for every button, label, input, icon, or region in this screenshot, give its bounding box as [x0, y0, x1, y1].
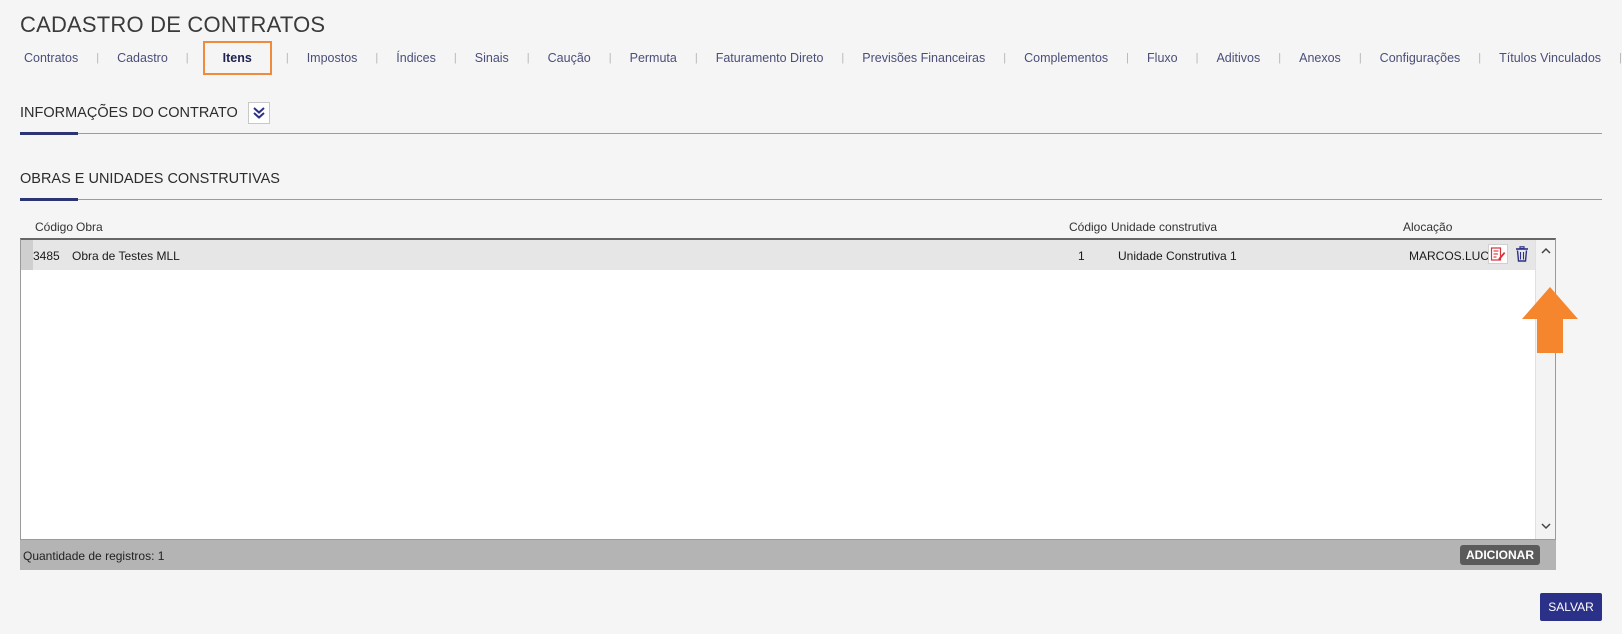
tab-separator: | [1003, 52, 1007, 64]
tab-separator: | [1478, 52, 1482, 64]
cell-codigo-obra: 3485 [33, 249, 60, 263]
record-count: Quantidade de registros: 1 [23, 549, 165, 563]
tab-titulos-vinculados[interactable]: Títulos Vinculados [1495, 41, 1605, 75]
tab-separator: | [694, 52, 698, 64]
expand-section-button[interactable] [247, 102, 270, 124]
tab-bar: Contratos | Cadastro | Itens | Impostos | Índice… [20, 40, 1622, 76]
tab-faturamento-direto[interactable]: Faturamento Direto [712, 41, 828, 75]
obras-grid: Código Obra Código Unidade construtiva A… [20, 212, 1556, 570]
tab-separator: | [1278, 52, 1282, 64]
section-informacoes-contrato: INFORMAÇÕES DO CONTRATO [20, 102, 1602, 135]
vertical-scrollbar[interactable] [1535, 240, 1555, 539]
tab-configuracoes[interactable]: Configurações [1376, 41, 1465, 75]
page-title: CADASTRO DE CONTRATOS [20, 12, 326, 37]
tab-contratos[interactable]: Contratos [20, 41, 82, 75]
tab-separator: | [453, 52, 457, 64]
tab-indices[interactable]: Índices [392, 41, 440, 75]
header-alocacao[interactable]: Alocação [1403, 220, 1452, 234]
tab-separator: | [1195, 52, 1199, 64]
edit-icon [1490, 247, 1506, 261]
add-button[interactable]: ADICIONAR [1460, 545, 1540, 565]
tab-separator: | [1619, 52, 1622, 64]
chevron-down-icon[interactable] [1541, 521, 1551, 531]
tab-aditivos[interactable]: Aditivos [1212, 41, 1264, 75]
cell-alocacao: MARCOS.LUCIANO [1409, 249, 1489, 263]
tab-separator: | [841, 52, 845, 64]
tab-sinais[interactable]: Sinais [471, 41, 513, 75]
cell-obra: Obra de Testes MLL [72, 249, 180, 263]
edit-row-button[interactable] [1488, 244, 1508, 264]
row-selector[interactable] [21, 240, 33, 270]
save-button[interactable]: SALVAR [1540, 593, 1602, 621]
tab-itens[interactable]: Itens [202, 41, 272, 75]
table-row[interactable]: 3485 Obra de Testes MLL 1 Unidade Constr… [21, 240, 1535, 270]
tab-anexos[interactable]: Anexos [1295, 41, 1345, 75]
header-unidade[interactable]: Unidade construtiva [1111, 220, 1217, 234]
section-underline [20, 132, 78, 135]
grid-body: 3485 Obra de Testes MLL 1 Unidade Constr… [20, 238, 1556, 540]
tab-cadastro[interactable]: Cadastro [113, 41, 172, 75]
section-obras-unidades: OBRAS E UNIDADES CONSTRUTIVAS [20, 170, 1602, 201]
section-title: INFORMAÇÕES DO CONTRATO [20, 105, 238, 121]
tab-previsoes-financeiras[interactable]: Previsões Financeiras [858, 41, 989, 75]
tab-separator: | [608, 52, 612, 64]
double-chevron-down-icon [253, 107, 265, 119]
tab-impostos[interactable]: Impostos [303, 41, 362, 75]
cell-codigo-unidade: 1 [1078, 249, 1085, 263]
tab-separator: | [375, 52, 379, 64]
section-underline [20, 198, 78, 201]
tab-separator: | [96, 52, 100, 64]
chevron-up-icon[interactable] [1541, 246, 1551, 256]
tab-separator: | [285, 52, 289, 64]
tab-complementos[interactable]: Complementos [1020, 41, 1112, 75]
header-codigo-unidade[interactable]: Código [1069, 220, 1107, 234]
tab-caucao[interactable]: Caução [544, 41, 595, 75]
header-codigo-obra[interactable]: Código [35, 220, 73, 234]
tab-separator: | [1126, 52, 1130, 64]
tab-permuta[interactable]: Permuta [626, 41, 681, 75]
section-title: OBRAS E UNIDADES CONSTRUTIVAS [20, 171, 280, 187]
arrow-up-icon [1522, 287, 1578, 353]
grid-header: Código Obra Código Unidade construtiva A… [20, 212, 1556, 238]
delete-row-button[interactable] [1513, 244, 1531, 264]
tab-fluxo[interactable]: Fluxo [1143, 41, 1182, 75]
cell-unidade: Unidade Construtiva 1 [1118, 249, 1237, 263]
grid-footer: Quantidade de registros: 1 ADICIONAR [20, 540, 1556, 570]
header-obra[interactable]: Obra [76, 220, 103, 234]
trash-icon [1516, 246, 1528, 262]
tab-separator: | [1358, 52, 1362, 64]
tab-separator: | [526, 52, 530, 64]
tab-separator: | [185, 52, 189, 64]
